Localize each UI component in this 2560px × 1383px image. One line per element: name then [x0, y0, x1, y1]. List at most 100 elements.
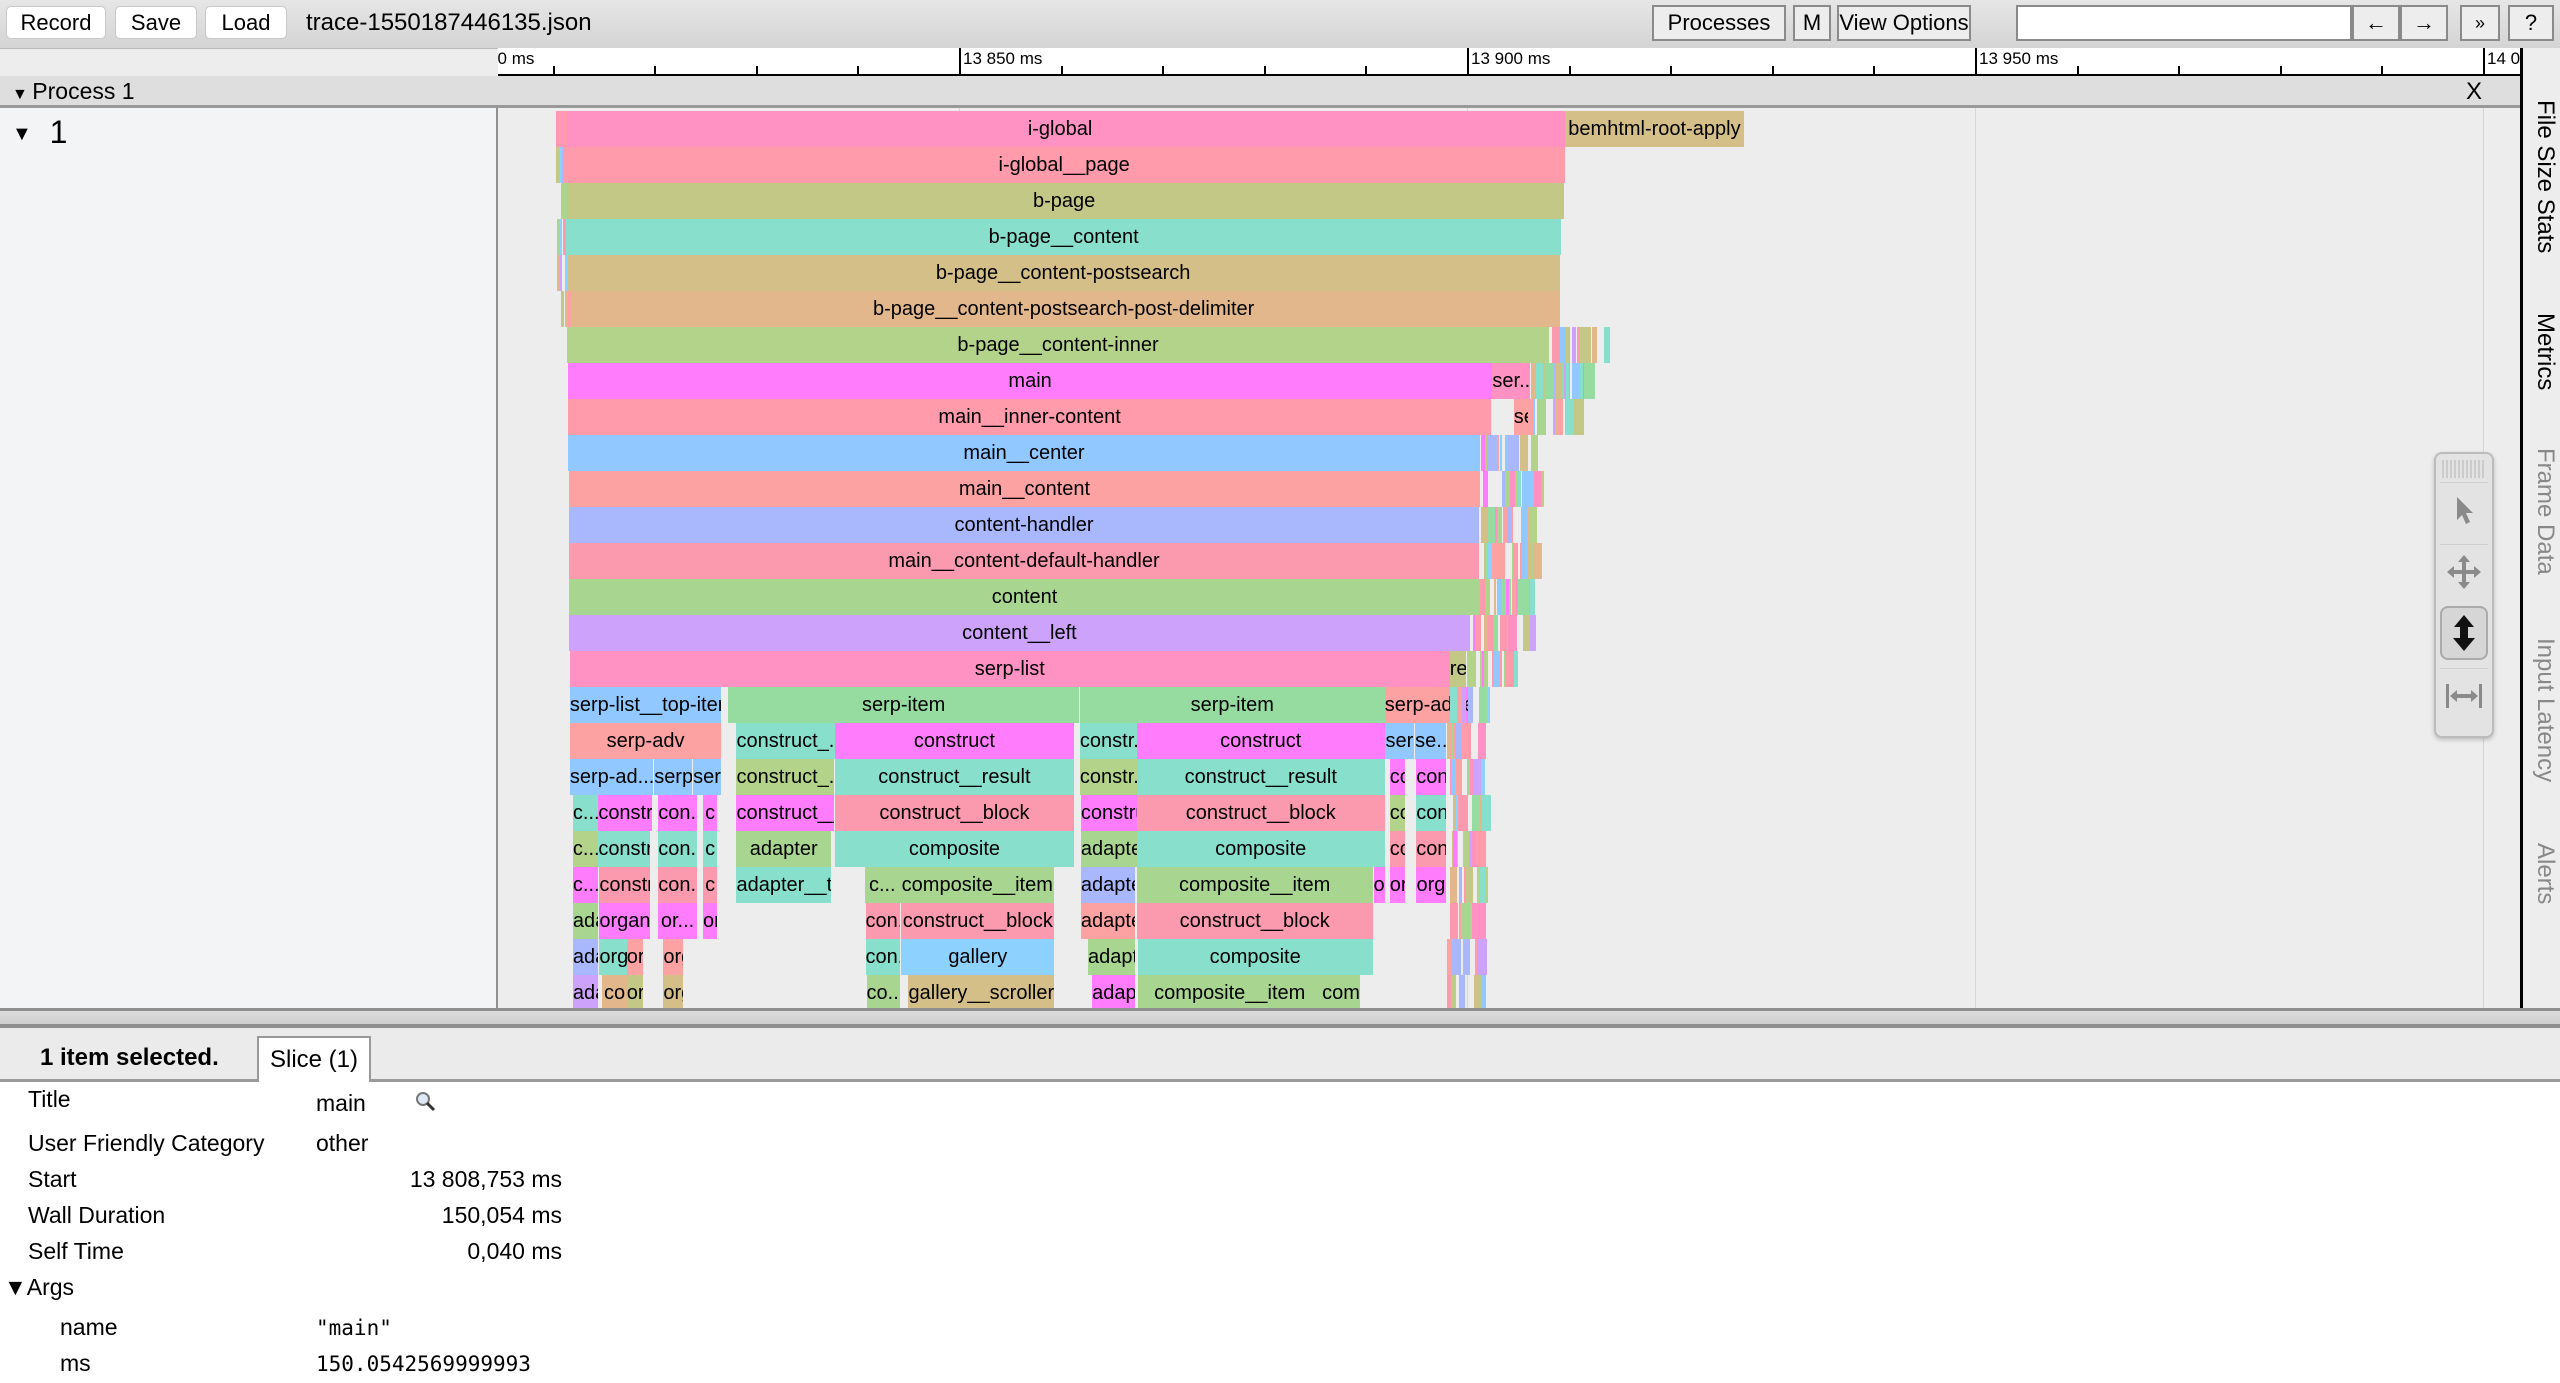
trace-slice-fragment[interactable]: [1498, 507, 1503, 543]
trace-slice-fragment[interactable]: [1447, 723, 1451, 759]
trace-slice[interactable]: adapter: [1080, 831, 1137, 867]
trace-slice-fragment[interactable]: [1532, 399, 1535, 435]
trace-slice-fragment[interactable]: [1481, 903, 1486, 939]
trace-slice-fragment[interactable]: [1522, 471, 1532, 507]
trace-slice[interactable]: or: [1389, 867, 1406, 903]
trace-slice-fragment[interactable]: [1523, 615, 1531, 651]
trace-slice[interactable]: construct__block: [901, 903, 1055, 939]
trace-slice[interactable]: con...: [865, 939, 901, 975]
trace-slice-fragment[interactable]: [1480, 507, 1488, 543]
timing-mode-button[interactable]: [2440, 668, 2488, 723]
trace-slice[interactable]: gallery__scroller: [908, 975, 1055, 1008]
trace-slice-fragment[interactable]: [1486, 435, 1497, 471]
trace-slice[interactable]: construct__result: [835, 759, 1074, 795]
trace-slice-fragment[interactable]: [1517, 579, 1529, 615]
trace-slice-fragment[interactable]: [557, 111, 561, 147]
trace-slice[interactable]: c: [702, 795, 718, 831]
trace-slice-fragment[interactable]: [1532, 543, 1541, 579]
trace-slice[interactable]: serp...: [654, 759, 692, 795]
trace-slice-fragment[interactable]: [1574, 399, 1585, 435]
trace-slice[interactable]: b-page__content: [565, 219, 1562, 255]
trace-slice[interactable]: construct__block: [1136, 903, 1373, 939]
trace-slice-fragment[interactable]: [558, 147, 562, 183]
trace-slice[interactable]: com: [1321, 975, 1361, 1008]
trace-slice[interactable]: main__content: [568, 471, 1481, 507]
trace-slice[interactable]: c...: [572, 867, 599, 903]
trace-slice[interactable]: c: [702, 867, 718, 903]
trace-slice[interactable]: con...: [658, 795, 697, 831]
trace-slice-fragment[interactable]: [1571, 363, 1580, 399]
help-button[interactable]: ?: [2508, 5, 2554, 41]
trace-slice[interactable]: se: [1513, 399, 1528, 435]
trace-slice-fragment[interactable]: [1460, 723, 1471, 759]
trace-slice[interactable]: serp-ad...: [569, 759, 654, 795]
save-button[interactable]: Save: [115, 6, 197, 39]
processes-button[interactable]: Processes: [1652, 5, 1786, 41]
trace-slice[interactable]: construct__block: [835, 795, 1074, 831]
trace-slice-fragment[interactable]: [1483, 471, 1489, 507]
trace-slice[interactable]: adapter: [736, 831, 831, 867]
trace-slice[interactable]: construct__block: [1136, 795, 1385, 831]
trace-slice-fragment[interactable]: [1450, 903, 1459, 939]
trace-slice-fragment[interactable]: [1451, 975, 1455, 1008]
trace-slice[interactable]: serp-adv: [569, 723, 722, 759]
flame-chart[interactable]: i-global bemhtml-root-apply i-global__page…: [500, 108, 2510, 1008]
trace-slice-fragment[interactable]: [1467, 687, 1473, 723]
trace-slice-fragment[interactable]: [1564, 399, 1575, 435]
trace-slice[interactable]: main__content-default-handler: [568, 543, 1480, 579]
trace-slice-fragment[interactable]: [1471, 795, 1479, 831]
trace-slice[interactable]: serp-list__top-items-order: [569, 687, 722, 723]
trace-slice[interactable]: main__center: [567, 435, 1481, 471]
trace-slice[interactable]: or: [1373, 867, 1385, 903]
side-tab-input-latency[interactable]: Input Latency: [2531, 638, 2559, 782]
trace-slice[interactable]: adapter-...: [1080, 903, 1135, 939]
trace-slice-fragment[interactable]: [1529, 507, 1533, 543]
collapse-triangle-icon[interactable]: ▼: [12, 86, 32, 103]
trace-slice-fragment[interactable]: [564, 255, 568, 291]
trace-slice-fragment[interactable]: [1592, 327, 1598, 363]
trace-slice-fragment[interactable]: [1446, 939, 1451, 975]
collapse-triangle-icon[interactable]: ▼: [12, 123, 32, 145]
trace-slice-fragment[interactable]: [1451, 939, 1462, 975]
trace-slice[interactable]: or: [626, 939, 644, 975]
trace-slice-fragment[interactable]: [562, 111, 566, 147]
trace-slice[interactable]: adapte...: [1080, 867, 1135, 903]
trace-slice[interactable]: adapt...: [1088, 939, 1135, 975]
trace-slice[interactable]: con...: [865, 903, 901, 939]
drag-handle[interactable]: [2442, 460, 2486, 478]
trace-slice-fragment[interactable]: [1480, 759, 1486, 795]
trace-slice[interactable]: or...: [658, 903, 697, 939]
selection-mode-button[interactable]: [2440, 482, 2488, 537]
trace-slice[interactable]: serp-item: [1079, 687, 1385, 723]
trace-slice[interactable]: ser: [692, 759, 722, 795]
search-magnifier-icon[interactable]: [414, 1090, 436, 1118]
trace-slice[interactable]: organic: [599, 903, 651, 939]
view-options-button[interactable]: View Options: [1837, 5, 1971, 41]
trace-slice-fragment[interactable]: [1501, 471, 1505, 507]
trace-slice-fragment[interactable]: [1533, 471, 1541, 507]
trace-slice-fragment[interactable]: [1566, 363, 1570, 399]
trace-slice[interactable]: ser: [1384, 723, 1415, 759]
trace-slice[interactable]: construct__result: [1136, 759, 1385, 795]
trace-slice[interactable]: ser...: [1492, 363, 1530, 399]
trace-slice-fragment[interactable]: [1509, 471, 1515, 507]
trace-slice-fragment[interactable]: [1476, 939, 1487, 975]
trace-slice-fragment[interactable]: [1579, 327, 1585, 363]
trace-slice-fragment[interactable]: [1446, 975, 1451, 1008]
trace-slice[interactable]: construc...: [1080, 795, 1137, 831]
load-button[interactable]: Load: [205, 6, 287, 39]
trace-slice-fragment[interactable]: [1463, 831, 1470, 867]
trace-slice[interactable]: construct_...: [736, 759, 835, 795]
trace-slice[interactable]: main: [567, 363, 1493, 399]
trace-slice-fragment[interactable]: [1466, 651, 1476, 687]
trace-slice[interactable]: content-handler: [568, 507, 1480, 543]
trace-slice-fragment[interactable]: [1572, 327, 1577, 363]
trace-slice[interactable]: con...: [658, 867, 697, 903]
trace-slice-fragment[interactable]: [1518, 471, 1522, 507]
trace-slice[interactable]: composite__item: [900, 867, 1055, 903]
trace-slice[interactable]: b-page__content-postsearch: [565, 255, 1561, 291]
trace-slice[interactable]: b-page: [564, 183, 1564, 219]
trace-slice-fragment[interactable]: [563, 219, 567, 255]
trace-slice-fragment[interactable]: [1512, 579, 1517, 615]
args-toggle[interactable]: ▼Args: [4, 1274, 74, 1301]
